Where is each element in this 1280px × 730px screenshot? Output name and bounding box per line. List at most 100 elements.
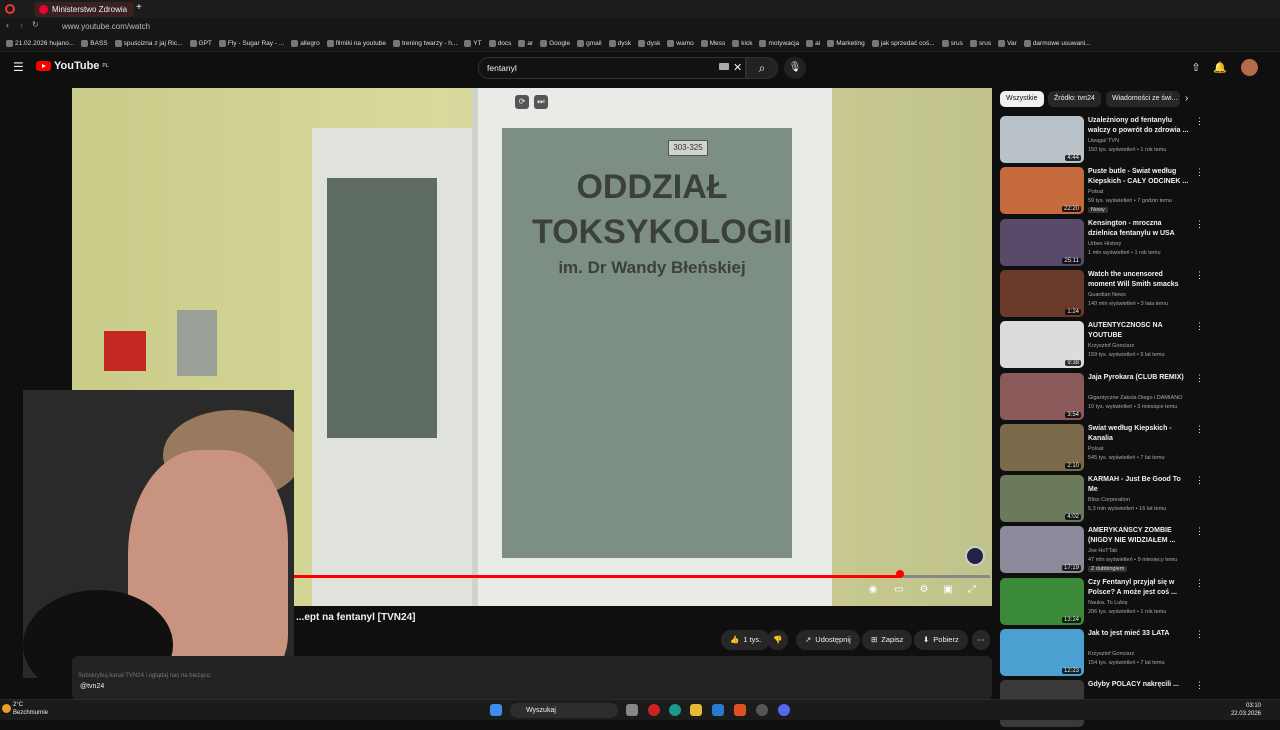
share-button[interactable]: ↗ Udostępnij (796, 630, 860, 650)
video-thumbnail[interactable]: 17:19 (1000, 526, 1084, 574)
more-options-icon[interactable]: ⋮ (1195, 219, 1204, 230)
recommendation-item[interactable]: 1:24 Watch the uncensored moment Will Smi… (999, 269, 1204, 320)
channel-handle[interactable]: @tvn24 (80, 683, 104, 690)
recommendation-channel[interactable]: Bliss Corporation (1088, 497, 1130, 503)
bookmark-item[interactable]: Mess (700, 36, 725, 51)
more-options-icon[interactable]: ⋮ (1195, 167, 1204, 178)
back-icon[interactable]: ‹ (6, 20, 9, 30)
subtitles-icon[interactable]: ▭ (892, 583, 906, 597)
forward-icon[interactable]: › (20, 20, 23, 30)
recommendation-title[interactable]: Gdyby POLACY nakręcili ... (1088, 680, 1190, 690)
recommendation-channel[interactable]: Polsat (1088, 446, 1103, 452)
more-options-icon[interactable]: ⋮ (1195, 526, 1204, 537)
recommendation-item[interactable]: 4:02 KARMAH - Just Be Good To Me Bliss Cor… (999, 475, 1204, 525)
autoplay-icon[interactable]: ◉ (866, 583, 880, 597)
avatar[interactable] (1241, 59, 1258, 76)
bookmark-item[interactable]: darmowe usuwani... (1023, 36, 1091, 51)
notifications-icon[interactable]: 🔔 (1212, 60, 1228, 76)
bookmark-item[interactable]: dysk (608, 36, 631, 51)
bookmark-item[interactable]: filmiki na youtube (326, 36, 386, 51)
system-clock[interactable]: 03:10 22.03.2026 (1225, 702, 1261, 718)
video-thumbnail[interactable]: 22:20 (1000, 167, 1084, 215)
bookmark-item[interactable]: 21.02.2026 hujano... (6, 36, 74, 51)
recommendation-item[interactable]: 3:54 Jaja Pyrokara (CLUB REMIX) Gigantyczn… (999, 372, 1204, 423)
more-options-icon[interactable]: ⋮ (1195, 680, 1204, 691)
bookmark-item[interactable]: srus (969, 36, 991, 51)
bookmark-item[interactable]: allegro (291, 36, 320, 51)
recommendation-item[interactable]: 12:23 Jak to jest mieć 33 LATA Krzysztof G… (999, 629, 1204, 679)
more-options-icon[interactable]: ⋮ (1195, 578, 1204, 589)
filter-chip[interactable]: Źródło: tvn24 (1048, 91, 1101, 107)
video-thumbnail[interactable]: 4:02 (1000, 475, 1084, 523)
bookmark-item[interactable]: spuścizna z jaj Ric... (114, 36, 183, 51)
more-options-icon[interactable]: ⋮ (1195, 475, 1204, 486)
bookmark-item[interactable]: gmail (577, 36, 602, 51)
miniplayer-icon[interactable]: ▣ (941, 583, 955, 597)
recommendation-title[interactable]: AMERYKAŃSCY ZOMBIE (NIGDY NIE WIDZIAŁEM … (1088, 526, 1190, 546)
bookmark-item[interactable]: Fly - Sugar Ray - ... (218, 36, 284, 51)
url-field[interactable]: www.youtube.com/watch (62, 20, 1162, 34)
bookmark-item[interactable]: jak sprzedać coś... (871, 36, 935, 51)
keyboard-icon[interactable] (719, 63, 729, 70)
taskbar-search[interactable]: Wyszukaj (510, 703, 618, 718)
bookmark-item[interactable]: kick (732, 36, 752, 51)
new-tab-icon[interactable]: + (136, 2, 142, 13)
opera-taskbar-icon[interactable] (648, 704, 660, 716)
recommendation-title[interactable]: Świat według Kiepskich - Kanalia (1088, 424, 1190, 444)
file-explorer-icon[interactable] (690, 704, 702, 716)
more-options-icon[interactable]: ⋮ (1195, 629, 1204, 640)
search-button[interactable]: ⌕ (746, 57, 778, 79)
video-thumbnail[interactable]: 25:11 (1000, 218, 1084, 266)
search-input[interactable]: fentanyl (478, 57, 746, 79)
brave-icon[interactable] (734, 704, 746, 716)
save-button[interactable]: ⊞ Zapisz (862, 630, 913, 650)
bookmark-item[interactable]: BASS (81, 36, 108, 51)
bookmark-item[interactable]: Marketing (827, 36, 865, 51)
video-thumbnail[interactable]: 2:10 (1000, 423, 1084, 471)
video-thumbnail[interactable]: 1:24 (1000, 269, 1084, 317)
recommendation-item[interactable]: 25:11 Kensington - mroczna dzielnica fent… (999, 218, 1204, 269)
video-thumbnail[interactable]: 9:38 (1000, 321, 1084, 369)
next-icon[interactable]: ⏭ (534, 95, 548, 109)
progress-bar[interactable] (294, 575, 990, 578)
bookmark-item[interactable]: dysk (638, 36, 660, 51)
start-icon[interactable] (490, 704, 502, 716)
recommendation-title[interactable]: KARMAH - Just Be Good To Me (1088, 475, 1190, 495)
fullscreen-icon[interactable]: ⤢ (965, 583, 979, 597)
recommendation-title[interactable]: Uzależniony od fentanylu walczy o powrót… (1088, 116, 1190, 136)
more-options-icon[interactable]: ⋮ (1195, 116, 1204, 127)
recommendation-title[interactable]: Puste butle - Świat według Kiepskich - C… (1088, 167, 1190, 187)
recommendation-channel[interactable]: Joe HsTTab (1088, 548, 1117, 554)
upload-icon[interactable]: ⇧ (1188, 60, 1204, 76)
bookmark-item[interactable]: ar (518, 36, 533, 51)
bookmark-item[interactable]: Google (540, 36, 570, 51)
recommendation-channel[interactable]: Urbex History (1088, 241, 1121, 247)
more-options-icon[interactable]: ⋮ (1195, 270, 1204, 281)
clear-search-icon[interactable]: ✕ (733, 61, 742, 74)
youtube-logo[interactable]: YouTube PL (36, 60, 109, 72)
steam-icon[interactable] (756, 704, 768, 716)
recommendation-item[interactable]: 9:38 AUTENTYCZNOŚĆ NA YOUTUBE Krzysztof Go… (999, 321, 1204, 371)
video-thumbnail[interactable]: 12:23 (1000, 629, 1084, 676)
browser-tab[interactable]: Ministerstwo Zdrowia (34, 2, 134, 17)
bookmark-item[interactable]: ai (806, 36, 820, 51)
recommendation-item[interactable]: 4:44 Uzależniony od fentanylu walczy o po… (999, 116, 1204, 166)
recommendation-item[interactable]: 2:10 Świat według Kiepskich - Kanalia Pols… (999, 423, 1204, 474)
recommendation-channel[interactable]: Guardian News (1088, 292, 1126, 298)
voice-search-icon[interactable]: 🎙 (784, 57, 806, 79)
dislike-button[interactable]: 👎 (767, 630, 789, 650)
filter-chip[interactable]: Wszystkie (1000, 91, 1044, 107)
recommendation-title[interactable]: Jaja Pyrokara (CLUB REMIX) (1088, 373, 1190, 383)
bookmark-item[interactable]: YT (464, 36, 482, 51)
edge-icon[interactable] (669, 704, 681, 716)
recommendation-title[interactable]: Jak to jest mieć 33 LATA (1088, 629, 1190, 639)
more-actions-button[interactable]: ⋯ (972, 630, 990, 650)
filter-chip[interactable]: Wiadomości ze świ... (1106, 91, 1180, 107)
bookmark-item[interactable]: srus (941, 36, 963, 51)
recommendation-channel[interactable]: Krzysztof Gonciarz (1088, 651, 1134, 657)
weather-widget[interactable]: 2°C Bezchmurnie (13, 701, 48, 717)
bookmark-item[interactable]: Var (998, 36, 1017, 51)
recommendation-channel[interactable]: Gigantyczne Zakola Diego i DAMIANO (1088, 395, 1182, 401)
recommendation-title[interactable]: Czy Fentanyl przyjął się w Polsce? A moż… (1088, 578, 1190, 598)
menu-icon[interactable]: ☰ (13, 60, 24, 74)
